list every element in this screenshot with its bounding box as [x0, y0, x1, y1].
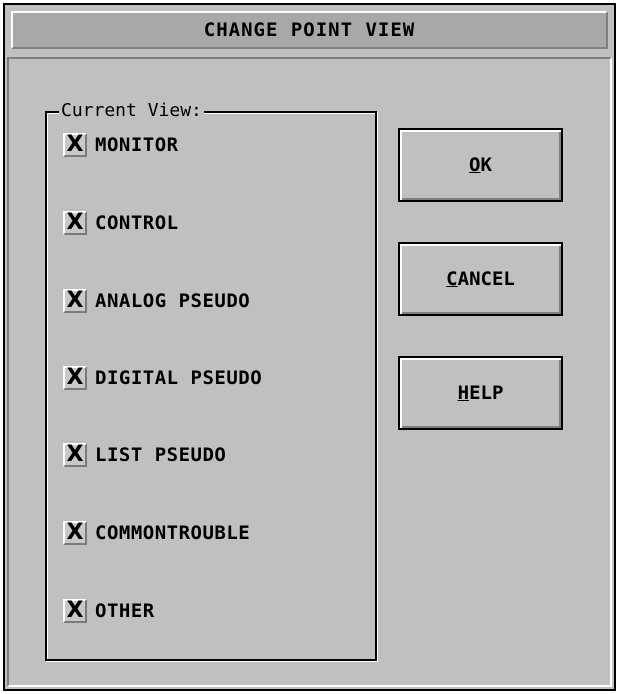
change-point-view-dialog: CHANGE POINT VIEW Current View: X MONITO…	[3, 3, 616, 691]
checkbox-list-pseudo[interactable]: X LIST PSEUDO	[63, 439, 226, 471]
cancel-button-label: ANCEL	[457, 268, 515, 290]
checkbox-label: MONITOR	[95, 134, 179, 156]
check-mark-icon: X	[63, 366, 87, 390]
checkbox-label: OTHER	[95, 600, 155, 622]
checkbox-monitor[interactable]: X MONITOR	[63, 129, 179, 161]
help-button[interactable]: H ELP	[398, 356, 563, 430]
current-view-group-label: Current View:	[59, 100, 204, 122]
check-mark-icon: X	[63, 443, 87, 467]
checkbox-control[interactable]: X CONTROL	[63, 207, 179, 239]
check-mark-icon: X	[63, 211, 87, 235]
check-mark-icon: X	[63, 521, 87, 545]
check-mark-icon: X	[63, 289, 87, 313]
ok-button-accelerator: O	[469, 154, 481, 176]
check-mark-icon: X	[63, 599, 87, 623]
help-button-accelerator: H	[457, 382, 470, 404]
cancel-button-accelerator: C	[446, 268, 458, 290]
dialog-body: Current View: X MONITOR X CONTROL X ANAL…	[7, 57, 612, 687]
checkbox-commontrouble[interactable]: X COMMONTROUBLE	[63, 517, 250, 549]
checkbox-label: COMMONTROUBLE	[95, 522, 251, 544]
cancel-button[interactable]: C ANCEL	[398, 242, 563, 316]
help-button-label: ELP	[469, 382, 504, 404]
checkbox-other[interactable]: X OTHER	[63, 595, 155, 627]
current-view-group: Current View: X MONITOR X CONTROL X ANAL…	[45, 100, 377, 661]
ok-button[interactable]: OK	[398, 128, 563, 202]
dialog-title: CHANGE POINT VIEW	[203, 19, 416, 41]
title-bar: CHANGE POINT VIEW	[11, 11, 608, 49]
checkbox-digital-pseudo[interactable]: X DIGITAL PSEUDO	[63, 362, 262, 394]
check-mark-icon: X	[63, 133, 87, 157]
checkbox-label: ANALOG PSEUDO	[95, 290, 251, 312]
checkbox-label: CONTROL	[95, 212, 179, 234]
checkbox-label: DIGITAL PSEUDO	[95, 367, 263, 389]
checkbox-analog-pseudo[interactable]: X ANALOG PSEUDO	[63, 285, 250, 317]
ok-button-label: K	[480, 154, 492, 176]
checkbox-label: LIST PSEUDO	[95, 444, 227, 466]
